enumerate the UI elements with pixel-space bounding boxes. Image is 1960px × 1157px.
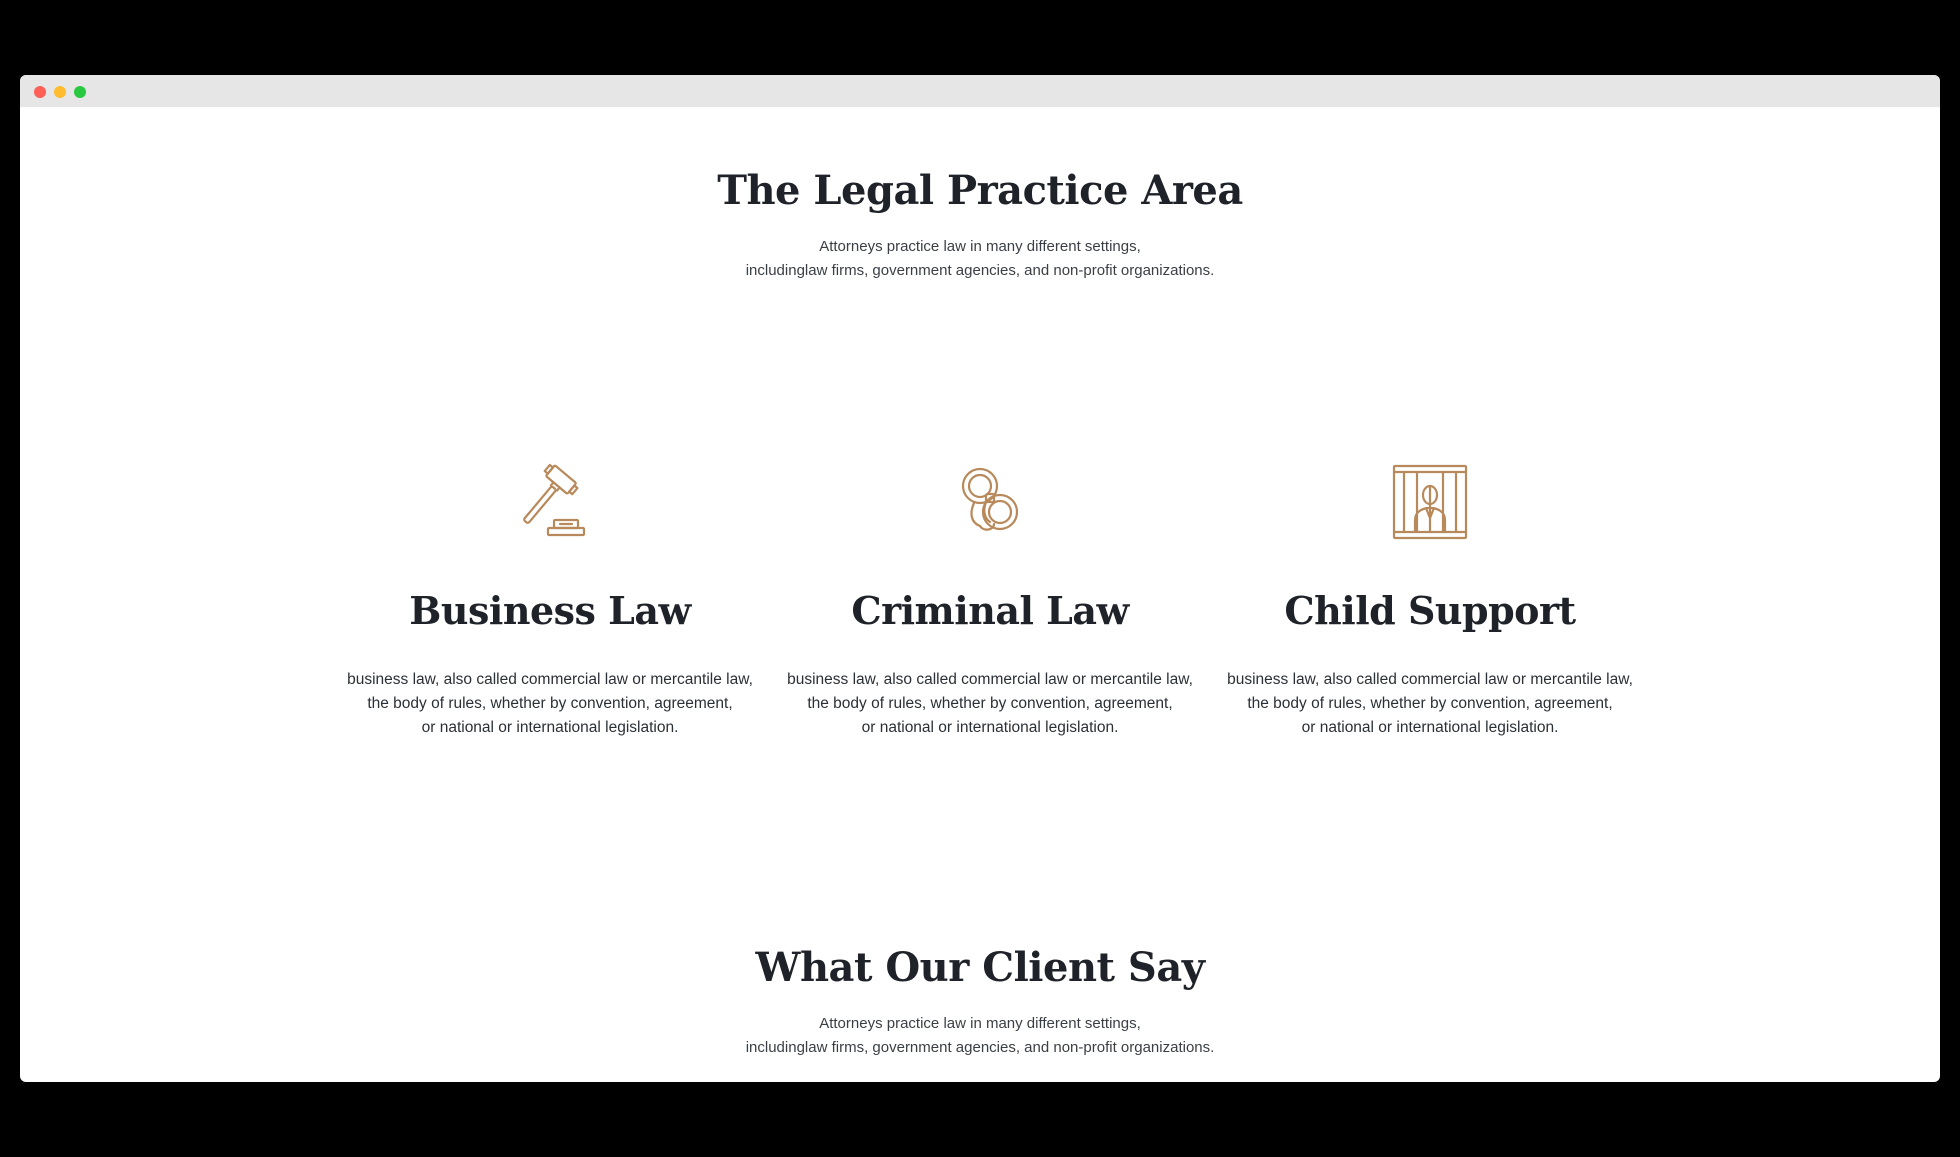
practice-card-title: Child Support xyxy=(1284,588,1576,633)
practice-card-description: business law, also called commercial law… xyxy=(1210,668,1650,740)
description-line: business law, also called commercial law… xyxy=(1227,671,1633,688)
practice-card-child-support[interactable]: Child Support business law, also called … xyxy=(1210,462,1650,740)
description-line: business law, also called commercial law… xyxy=(347,671,753,688)
testimonials-title: What Our Client Say xyxy=(755,944,1205,991)
description-line: the body of rules, whether by convention… xyxy=(1247,695,1613,712)
description-line: or national or international legislation… xyxy=(1301,719,1559,736)
practice-card-criminal-law[interactable]: Criminal Law business law, also called c… xyxy=(770,462,1210,740)
window-titlebar xyxy=(20,75,1940,107)
practice-area-subtitle-line: includinglaw firms, government agencies,… xyxy=(745,262,1215,279)
practice-card-title: Criminal Law xyxy=(851,588,1129,633)
practice-card-description: business law, also called commercial law… xyxy=(770,668,1210,740)
practice-area-subtitle-line: Attorneys practice law in many different… xyxy=(819,238,1141,255)
practice-card-title: Business Law xyxy=(409,588,691,633)
testimonials-subtitle-line: Attorneys practice law in many different… xyxy=(819,1015,1141,1032)
minimize-window-button[interactable] xyxy=(54,86,66,98)
gavel-icon xyxy=(523,463,586,537)
description-line: the body of rules, whether by convention… xyxy=(807,695,1173,712)
description-line: business law, also called commercial law… xyxy=(787,671,1193,688)
practice-card-description: business law, also called commercial law… xyxy=(330,668,770,740)
practice-area-grid: Business Law business law, also called c… xyxy=(330,462,1650,752)
description-line: the body of rules, whether by convention… xyxy=(367,695,733,712)
practice-area-subtitle: Attorneys practice law in many different… xyxy=(20,235,1940,283)
browser-window: The Legal Practice Area Attorneys practi… xyxy=(20,75,1940,1082)
maximize-window-button[interactable] xyxy=(74,86,86,98)
description-line: or national or international legislation… xyxy=(861,719,1119,736)
description-line: or national or international legislation… xyxy=(421,719,679,736)
testimonials-subtitle: Attorneys practice law in many different… xyxy=(20,1012,1940,1060)
testimonials-subtitle-line: includinglaw firms, government agencies,… xyxy=(745,1039,1215,1056)
close-window-button[interactable] xyxy=(34,86,46,98)
prisoner-bars-icon xyxy=(1392,464,1468,540)
practice-card-business-law[interactable]: Business Law business law, also called c… xyxy=(330,462,770,740)
practice-area-title: The Legal Practice Area xyxy=(717,167,1243,214)
page-content: The Legal Practice Area Attorneys practi… xyxy=(20,107,1940,1082)
handcuffs-icon xyxy=(961,467,1019,531)
